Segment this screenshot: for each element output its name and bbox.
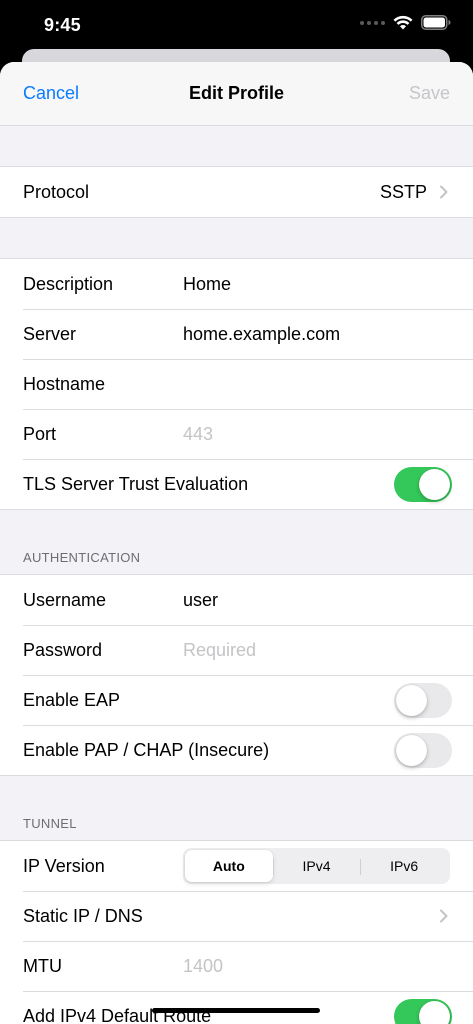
cancel-button[interactable]: Cancel: [23, 83, 79, 104]
username-row[interactable]: Username user: [0, 575, 473, 625]
protocol-value-wrap: SSTP: [380, 182, 451, 203]
chevron-right-icon: [440, 909, 448, 923]
port-row[interactable]: Port 443: [0, 409, 473, 459]
pap-chap-row: Enable PAP / CHAP (Insecure): [0, 725, 473, 775]
eap-toggle[interactable]: [394, 682, 452, 718]
hostname-row[interactable]: Hostname: [0, 359, 473, 409]
edit-profile-sheet: Cancel Edit Profile Save Protocol SSTP D…: [0, 62, 473, 1024]
static-ip-dns-row[interactable]: Static IP / DNS: [0, 891, 473, 941]
hostname-label: Hostname: [23, 373, 106, 394]
username-label: Username: [23, 589, 107, 610]
protocol-label: Protocol: [23, 181, 90, 202]
ipv4-default-route-toggle[interactable]: [394, 998, 452, 1024]
battery-icon: [421, 15, 451, 30]
static-ip-dns-chevron-wrap: [437, 909, 451, 923]
description-label: Description: [23, 273, 114, 294]
password-field[interactable]: Required: [183, 640, 256, 661]
status-icons: [360, 15, 451, 30]
server-field[interactable]: home.example.com: [183, 324, 340, 345]
ip-version-row: IP Version Auto IPv4 IPv6: [0, 841, 473, 891]
toggle-knob: [396, 684, 427, 716]
protocol-row[interactable]: Protocol SSTP: [0, 167, 473, 217]
protocol-value: SSTP: [379, 181, 427, 202]
tls-trust-label: TLS Server Trust Evaluation: [23, 473, 249, 494]
server-label: Server: [23, 323, 77, 344]
password-row[interactable]: Password Required: [0, 625, 473, 675]
ip-version-option-auto[interactable]: Auto: [185, 850, 273, 882]
status-bar: 9:45: [0, 0, 473, 52]
navigation-bar: Cancel Edit Profile Save: [0, 62, 473, 126]
authentication-header: AUTHENTICATION: [0, 510, 473, 574]
chevron-right-icon: [440, 185, 448, 199]
toggle-knob: [419, 468, 450, 500]
tunnel-header-label: TUNNEL: [23, 816, 77, 831]
status-time: 9:45: [44, 15, 81, 35]
port-field[interactable]: 443: [183, 424, 213, 445]
tls-trust-toggle[interactable]: [394, 466, 452, 502]
authentication-header-label: AUTHENTICATION: [23, 550, 141, 565]
signal-icon: [360, 20, 385, 25]
tunnel-header: TUNNEL: [0, 776, 473, 840]
tls-trust-row: TLS Server Trust Evaluation: [0, 459, 473, 509]
protocol-group: Protocol SSTP: [0, 166, 473, 218]
mtu-row[interactable]: MTU 1400: [0, 941, 473, 991]
port-label: Port: [23, 423, 57, 444]
ip-version-segmented-control: Auto IPv4 IPv6: [183, 848, 450, 884]
eap-row: Enable EAP: [0, 675, 473, 725]
tunnel-group: IP Version Auto IPv4 IPv6 Static IP / DN…: [0, 840, 473, 1024]
pap-chap-toggle[interactable]: [394, 732, 452, 768]
mtu-field[interactable]: 1400: [183, 956, 223, 977]
eap-label: Enable EAP: [23, 689, 121, 710]
description-row[interactable]: Description Home: [0, 259, 473, 309]
ip-version-option-ipv4[interactable]: IPv4: [272, 850, 361, 882]
ip-version-label: IP Version: [23, 855, 105, 876]
save-button[interactable]: Save: [409, 83, 450, 104]
static-ip-dns-label: Static IP / DNS: [23, 905, 143, 926]
authentication-group: Username user Password Required Enable E…: [0, 574, 473, 776]
password-label: Password: [23, 639, 103, 660]
toggle-knob: [396, 734, 427, 766]
toggle-knob: [419, 1000, 450, 1024]
home-indicator[interactable]: [152, 1008, 320, 1013]
username-field[interactable]: user: [183, 590, 218, 611]
ip-version-option-ipv6[interactable]: IPv6: [360, 850, 448, 882]
wifi-icon: [393, 15, 413, 30]
description-field[interactable]: Home: [183, 274, 231, 295]
pap-chap-label: Enable PAP / CHAP (Insecure): [23, 739, 270, 760]
mtu-label: MTU: [23, 955, 62, 976]
server-group: Description Home Server home.example.com…: [0, 258, 473, 510]
server-row[interactable]: Server home.example.com: [0, 309, 473, 359]
